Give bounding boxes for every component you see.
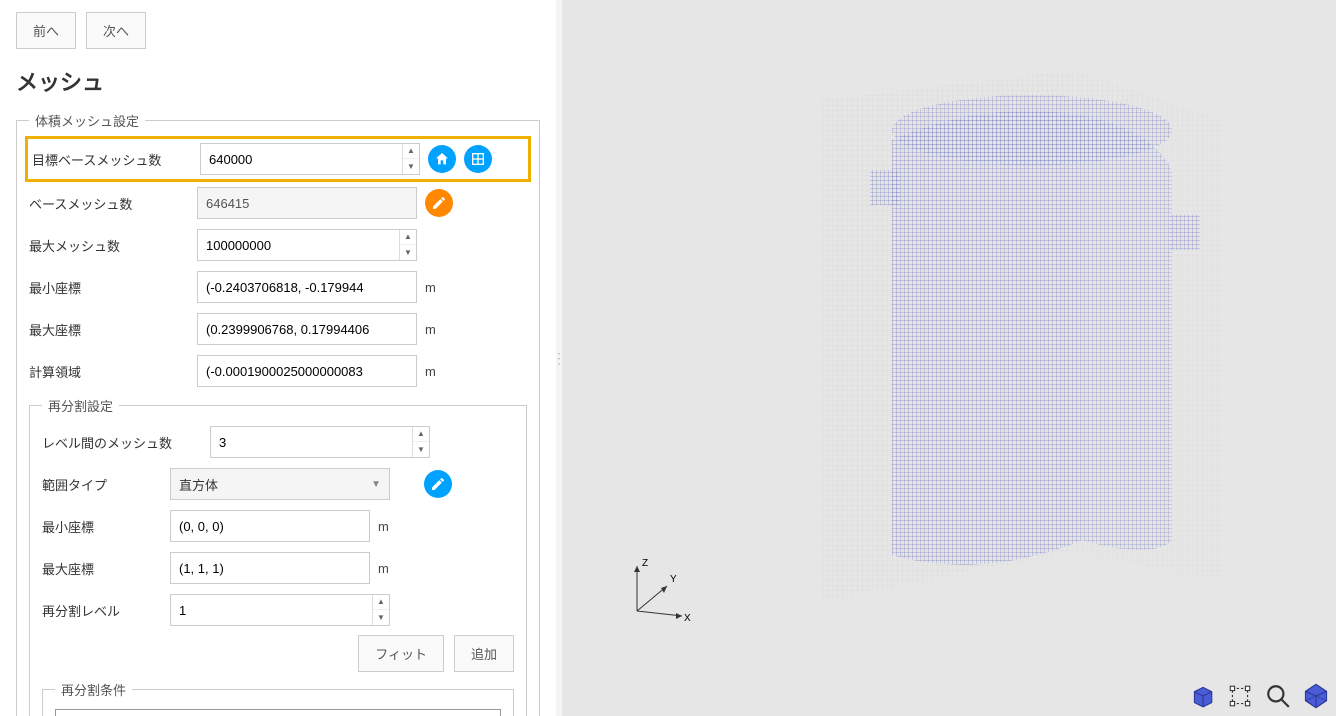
range-type-label: 範囲タイプ bbox=[42, 475, 162, 494]
mesh-scene bbox=[752, 40, 1272, 640]
min-coord-row: 最小座標 m bbox=[29, 270, 527, 304]
refine-max-coord-input-wrap bbox=[170, 552, 370, 584]
viewport-tools bbox=[1188, 682, 1330, 710]
max-coord-input[interactable] bbox=[198, 316, 416, 343]
refine-actions: フィット 追加 bbox=[42, 635, 514, 672]
pencil-icon[interactable] bbox=[425, 189, 453, 217]
refine-min-coord-input[interactable] bbox=[171, 513, 369, 540]
min-coord-input-wrap bbox=[197, 271, 417, 303]
prev-button[interactable]: 前へ bbox=[16, 12, 76, 49]
refine-level-spinner: ▲ ▼ bbox=[372, 595, 389, 625]
nav-buttons: 前へ 次へ bbox=[16, 12, 540, 49]
max-mesh-label: 最大メッシュ数 bbox=[29, 236, 189, 255]
refine-legend: 再分割設定 bbox=[42, 396, 119, 415]
refine-level-row: 再分割レベル ▲ ▼ bbox=[42, 593, 514, 627]
calc-domain-label: 計算領域 bbox=[29, 362, 189, 381]
poly-icon[interactable] bbox=[1302, 682, 1330, 710]
base-mesh-label: ベースメッシュ数 bbox=[29, 194, 189, 213]
max-coord-label: 最大座標 bbox=[29, 320, 189, 339]
max-mesh-input[interactable] bbox=[198, 232, 399, 259]
spinner-down[interactable]: ▼ bbox=[400, 245, 416, 260]
axis-x-label: X bbox=[684, 613, 691, 624]
house-icon[interactable] bbox=[428, 145, 456, 173]
refine-max-coord-label: 最大座標 bbox=[42, 559, 162, 578]
max-mesh-input-wrap: ▲ ▼ bbox=[197, 229, 417, 261]
range-type-row: 範囲タイプ 直方体 ▼ bbox=[42, 467, 514, 501]
base-mesh-row: ベースメッシュ数 bbox=[29, 186, 527, 220]
settings-panel: 前へ 次へ メッシュ 体積メッシュ設定 目標ベースメッシュ数 ▲ ▼ ベースメッ… bbox=[0, 0, 556, 716]
mesh-between-levels-row: レベル間のメッシュ数 ▲ ▼ bbox=[42, 425, 514, 459]
target-base-mesh-spinner: ▲ ▼ bbox=[402, 144, 419, 174]
refine-min-coord-input-wrap bbox=[170, 510, 370, 542]
spinner-up[interactable]: ▲ bbox=[413, 427, 429, 442]
unit-m: m bbox=[425, 364, 443, 379]
pencil-icon[interactable] bbox=[424, 470, 452, 498]
unit-m: m bbox=[425, 322, 443, 337]
spinner-up[interactable]: ▲ bbox=[400, 230, 416, 245]
max-mesh-spinner: ▲ ▼ bbox=[399, 230, 416, 260]
spinner-down[interactable]: ▼ bbox=[403, 159, 419, 174]
target-base-mesh-label: 目標ベースメッシュ数 bbox=[32, 150, 192, 169]
mesh-between-levels-input[interactable] bbox=[211, 429, 412, 456]
max-mesh-row: 最大メッシュ数 ▲ ▼ bbox=[29, 228, 527, 262]
calc-domain-row: 計算領域 m bbox=[29, 354, 527, 388]
refine-cond-box[interactable] bbox=[55, 709, 501, 716]
axis-y-label: Y bbox=[670, 574, 677, 585]
max-coord-input-wrap bbox=[197, 313, 417, 345]
spinner-up[interactable]: ▲ bbox=[373, 595, 389, 610]
chevron-down-icon: ▼ bbox=[371, 479, 381, 490]
search-icon[interactable] bbox=[1264, 682, 1292, 710]
calc-domain-input[interactable] bbox=[198, 358, 416, 385]
spinner-up[interactable]: ▲ bbox=[403, 144, 419, 159]
refine-min-coord-label: 最小座標 bbox=[42, 517, 162, 536]
refine-level-input[interactable] bbox=[171, 597, 372, 624]
bbox-icon[interactable] bbox=[1226, 682, 1254, 710]
spinner-down[interactable]: ▼ bbox=[413, 442, 429, 457]
range-type-value: 直方体 bbox=[179, 475, 218, 494]
spinner-down[interactable]: ▼ bbox=[373, 610, 389, 625]
max-coord-row: 最大座標 m bbox=[29, 312, 527, 346]
axes-triad: Z Y X bbox=[622, 556, 692, 626]
target-base-mesh-input-wrap: ▲ ▼ bbox=[200, 143, 420, 175]
refine-level-label: 再分割レベル bbox=[42, 601, 162, 620]
unit-m: m bbox=[378, 519, 396, 534]
min-coord-input[interactable] bbox=[198, 274, 416, 301]
axis-z-label: Z bbox=[642, 558, 648, 569]
refine-fieldset: 再分割設定 レベル間のメッシュ数 ▲ ▼ 範囲タイプ 直方体 ▼ bbox=[29, 396, 527, 716]
page-title: メッシュ bbox=[16, 65, 540, 97]
refine-cond-legend: 再分割条件 bbox=[55, 680, 132, 699]
min-coord-label: 最小座標 bbox=[29, 278, 189, 297]
unit-m: m bbox=[425, 280, 443, 295]
target-base-mesh-row: 目標ベースメッシュ数 ▲ ▼ bbox=[25, 136, 531, 182]
mesh-between-levels-label: レベル間のメッシュ数 bbox=[42, 433, 202, 452]
base-mesh-input-wrap bbox=[197, 187, 417, 219]
cube-icon[interactable] bbox=[1188, 682, 1216, 710]
unit-m: m bbox=[378, 561, 396, 576]
volume-mesh-fieldset: 体積メッシュ設定 目標ベースメッシュ数 ▲ ▼ ベースメッシュ数 bbox=[16, 111, 540, 716]
mesh-between-levels-input-wrap: ▲ ▼ bbox=[210, 426, 430, 458]
range-type-select[interactable]: 直方体 ▼ bbox=[170, 468, 390, 500]
next-button[interactable]: 次へ bbox=[86, 12, 146, 49]
target-base-mesh-input[interactable] bbox=[201, 146, 402, 173]
grid-icon[interactable] bbox=[464, 145, 492, 173]
refine-level-input-wrap: ▲ ▼ bbox=[170, 594, 390, 626]
refine-min-coord-row: 最小座標 m bbox=[42, 509, 514, 543]
refine-max-coord-row: 最大座標 m bbox=[42, 551, 514, 585]
mesh-between-levels-spinner: ▲ ▼ bbox=[412, 427, 429, 457]
fit-button[interactable]: フィット bbox=[358, 635, 444, 672]
base-mesh-input bbox=[198, 190, 416, 217]
volume-mesh-legend: 体積メッシュ設定 bbox=[29, 111, 145, 130]
calc-domain-input-wrap bbox=[197, 355, 417, 387]
refine-cond-fieldset: 再分割条件 bbox=[42, 680, 514, 716]
add-button[interactable]: 追加 bbox=[454, 635, 514, 672]
viewport[interactable]: Z Y X bbox=[562, 0, 1336, 716]
refine-max-coord-input[interactable] bbox=[171, 555, 369, 582]
